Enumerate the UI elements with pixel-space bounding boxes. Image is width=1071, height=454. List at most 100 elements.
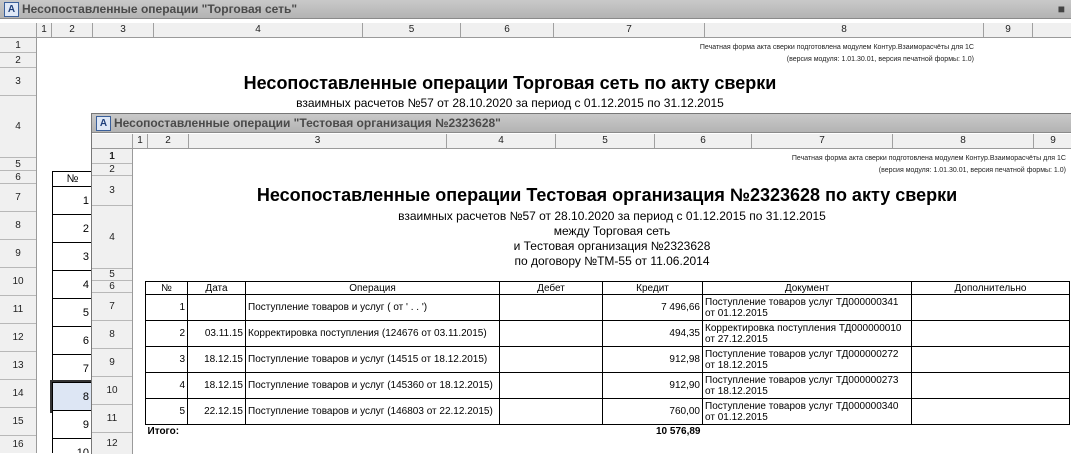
row-header[interactable]: 5 [0, 158, 36, 171]
table-row[interactable]: 1 Поступление товаров и услуг ( от ' . .… [145, 294, 1070, 321]
column-header[interactable]: 5 [556, 134, 655, 148]
cell-credit[interactable]: 760,00 [602, 398, 703, 425]
back-window-titlebar[interactable]: A Несопоставленные операции "Торговая се… [0, 0, 1071, 19]
cell-operation[interactable]: Корректировка поступления (124676 от 03.… [245, 320, 500, 347]
back-num-cell[interactable]: 5 [52, 298, 93, 327]
back-num-cell[interactable]: 4 [52, 270, 93, 299]
row-header[interactable]: 6 [0, 171, 36, 184]
row-header[interactable]: 5 [92, 269, 132, 281]
cell-date[interactable]: 22.12.15 [187, 398, 246, 425]
column-header[interactable]: 4 [154, 23, 363, 37]
cell-debit[interactable] [499, 398, 603, 425]
cell-num[interactable]: 3 [145, 346, 188, 373]
col-debit-header[interactable]: Дебет [499, 281, 603, 295]
close-icon[interactable]: ■ [1058, 0, 1065, 18]
cell-operation[interactable]: Поступление товаров и услуг (145360 от 1… [245, 372, 500, 399]
cell-extra[interactable] [911, 320, 1070, 347]
cell-operation[interactable]: Поступление товаров и услуг ( от ' . . '… [245, 294, 500, 321]
row-header[interactable]: 9 [92, 349, 132, 377]
corner-cell[interactable] [0, 23, 37, 37]
row-header[interactable]: 11 [0, 296, 36, 324]
row-header[interactable]: 7 [92, 293, 132, 321]
column-header[interactable]: 9 [984, 23, 1033, 37]
col-num-header[interactable]: № [145, 281, 188, 295]
column-header[interactable]: 1 [133, 134, 148, 148]
column-header[interactable]: 7 [752, 134, 893, 148]
row-header[interactable]: 3 [0, 68, 36, 96]
cell-extra[interactable] [911, 346, 1070, 373]
row-header[interactable]: 14 [0, 380, 36, 408]
back-num-cell[interactable]: 10 [52, 438, 93, 453]
column-header[interactable]: 6 [655, 134, 752, 148]
back-num-header[interactable]: № [52, 171, 93, 187]
cell-num[interactable]: 5 [145, 398, 188, 425]
cell-extra[interactable] [911, 372, 1070, 399]
column-header[interactable]: 6 [461, 23, 554, 37]
row-header[interactable]: 1 [0, 38, 36, 53]
row-header[interactable]: 8 [0, 212, 36, 240]
cell-credit[interactable]: 7 496,66 [602, 294, 703, 321]
cell-date[interactable]: 03.11.15 [187, 320, 246, 347]
cell-debit[interactable] [499, 320, 603, 347]
row-header[interactable]: 6 [92, 281, 132, 293]
back-num-cell[interactable]: 6 [52, 326, 93, 355]
row-header[interactable]: 7 [0, 184, 36, 212]
back-num-cell[interactable]: 7 [52, 354, 93, 383]
table-row[interactable]: 3 18.12.15 Поступление товаров и услуг (… [145, 346, 1070, 373]
cell-extra[interactable] [911, 398, 1070, 425]
cell-num[interactable]: 1 [145, 294, 188, 321]
cell-num[interactable]: 2 [145, 320, 188, 347]
back-num-cell[interactable]: 1 [52, 186, 93, 215]
back-num-cell[interactable]: 2 [52, 214, 93, 243]
row-header[interactable]: 10 [0, 268, 36, 296]
cell-date[interactable] [187, 294, 246, 321]
column-header[interactable]: 3 [189, 134, 447, 148]
cell-date[interactable]: 18.12.15 [187, 346, 246, 373]
row-header[interactable]: 16 [0, 436, 36, 453]
row-header[interactable]: 2 [92, 164, 132, 176]
cell-extra[interactable] [911, 294, 1070, 321]
col-operation-header[interactable]: Операция [245, 281, 500, 295]
back-num-cell[interactable]: 3 [52, 242, 93, 271]
row-header[interactable]: 10 [92, 377, 132, 405]
cell-credit[interactable]: 912,90 [602, 372, 703, 399]
table-row[interactable]: 2 03.11.15 Корректировка поступления (12… [145, 320, 1070, 347]
cell-operation[interactable]: Поступление товаров и услуг (146803 от 2… [245, 398, 500, 425]
column-header[interactable]: 9 [1034, 134, 1071, 148]
column-header[interactable]: 8 [705, 23, 984, 37]
row-header[interactable]: 9 [0, 240, 36, 268]
column-header[interactable]: 3 [93, 23, 154, 37]
column-header[interactable]: 4 [447, 134, 556, 148]
col-document-header[interactable]: Документ [702, 281, 912, 295]
column-header[interactable]: 2 [52, 23, 93, 37]
row-header[interactable]: 12 [0, 324, 36, 352]
row-header[interactable]: 8 [92, 321, 132, 349]
back-num-cell-selected[interactable]: 8 [50, 380, 95, 413]
cell-document[interactable]: Корректировка поступления ТД000000010 от… [702, 320, 912, 347]
cell-debit[interactable] [499, 294, 603, 321]
table-row[interactable]: 4 18.12.15 Поступление товаров и услуг (… [145, 372, 1070, 399]
row-header[interactable]: 4 [92, 206, 132, 269]
front-window-titlebar[interactable]: A Несопоставленные операции "Тестовая ор… [92, 114, 1071, 133]
column-header[interactable]: 5 [363, 23, 461, 37]
row-header[interactable]: 2 [0, 53, 36, 68]
cell-document[interactable]: Поступление товаров услуг ТД000000272 от… [702, 346, 912, 373]
cell-credit[interactable]: 494,35 [602, 320, 703, 347]
cell-num[interactable]: 4 [145, 372, 188, 399]
cell-debit[interactable] [499, 346, 603, 373]
column-header[interactable]: 8 [893, 134, 1034, 148]
row-header[interactable]: 1 [92, 149, 132, 164]
cell-debit[interactable] [499, 372, 603, 399]
cell-credit[interactable]: 912,98 [602, 346, 703, 373]
row-header[interactable]: 13 [0, 352, 36, 380]
cell-document[interactable]: Поступление товаров услуг ТД000000341 от… [702, 294, 912, 321]
cell-date[interactable]: 18.12.15 [187, 372, 246, 399]
cell-document[interactable]: Поступление товаров услуг ТД000000340 от… [702, 398, 912, 425]
corner-cell[interactable] [92, 134, 133, 148]
row-header[interactable]: 15 [0, 408, 36, 436]
column-header[interactable]: 7 [554, 23, 705, 37]
column-header[interactable]: 1 [37, 23, 52, 37]
row-header[interactable]: 3 [92, 176, 132, 206]
row-header[interactable]: 11 [92, 405, 132, 433]
column-header[interactable]: 2 [148, 134, 189, 148]
